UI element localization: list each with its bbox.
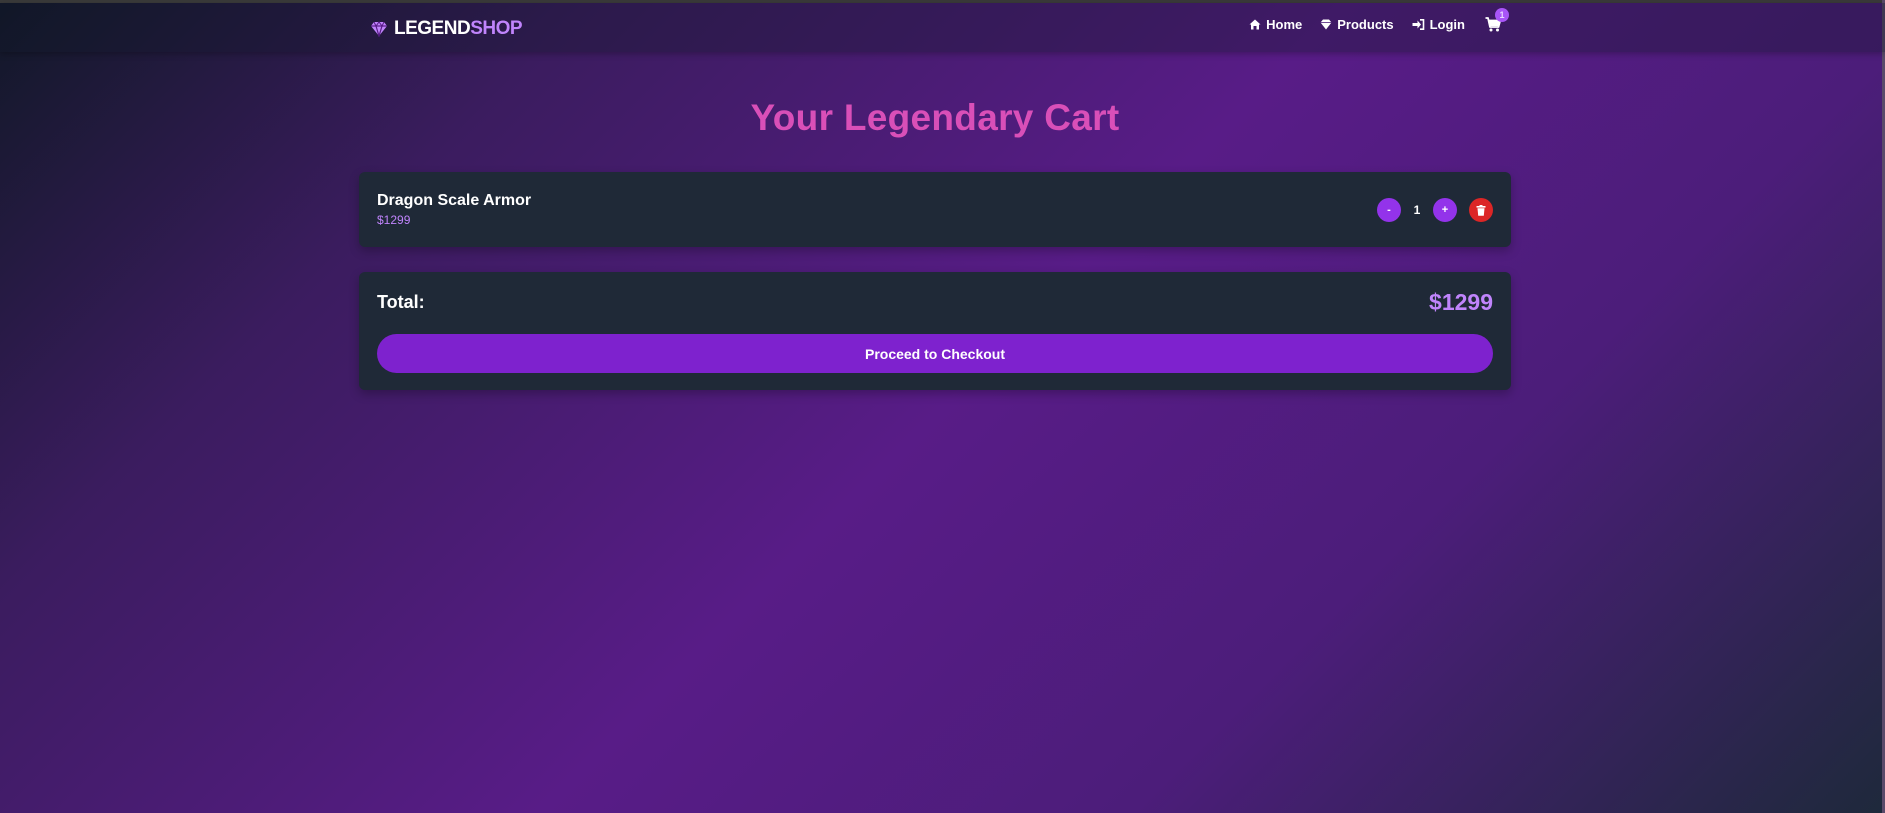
- nav-link-login[interactable]: Login: [1412, 17, 1465, 32]
- total-value: $1299: [1429, 289, 1493, 315]
- page-title: Your Legendary Cart: [750, 97, 1120, 138]
- nav-link-login-label: Login: [1429, 17, 1465, 32]
- sign-in-icon: [1412, 19, 1424, 30]
- home-icon: [1249, 19, 1261, 30]
- brand-name-part2: SHOP: [470, 18, 523, 39]
- cart-item-name: Dragon Scale Armor: [377, 192, 532, 209]
- trash-icon: [1476, 204, 1486, 216]
- cart-button[interactable]: 1: [1485, 8, 1509, 32]
- gem-icon: [370, 21, 388, 37]
- site-header: LEGEND SHOP Home Products Login 1: [0, 3, 1885, 52]
- main-nav: Home Products Login 1: [1231, 8, 1509, 32]
- total-label: Total:: [377, 292, 425, 312]
- order-summary: Total: $1299 Proceed to Checkout: [359, 272, 1511, 390]
- gem-icon: [1320, 19, 1332, 30]
- cart-count-badge: 1: [1495, 8, 1509, 22]
- increase-quantity-button[interactable]: +: [1433, 198, 1457, 222]
- quantity-stepper: - 1 +: [1377, 198, 1493, 222]
- nav-link-products-label: Products: [1337, 17, 1394, 32]
- remove-item-button[interactable]: [1469, 198, 1493, 222]
- checkout-button[interactable]: Proceed to Checkout: [377, 334, 1493, 373]
- brand-name-part1: LEGEND: [394, 18, 471, 39]
- nav-link-home[interactable]: Home: [1249, 17, 1302, 32]
- brand-logo[interactable]: LEGEND SHOP: [370, 18, 523, 40]
- cart-item-price: $1299: [377, 213, 411, 227]
- cart-item-row: Dragon Scale Armor $1299 - 1 +: [359, 172, 1511, 247]
- quantity-value: 1: [1413, 203, 1421, 217]
- nav-link-products[interactable]: Products: [1320, 17, 1394, 32]
- nav-link-home-label: Home: [1266, 17, 1303, 32]
- decrease-quantity-button[interactable]: -: [1377, 198, 1401, 222]
